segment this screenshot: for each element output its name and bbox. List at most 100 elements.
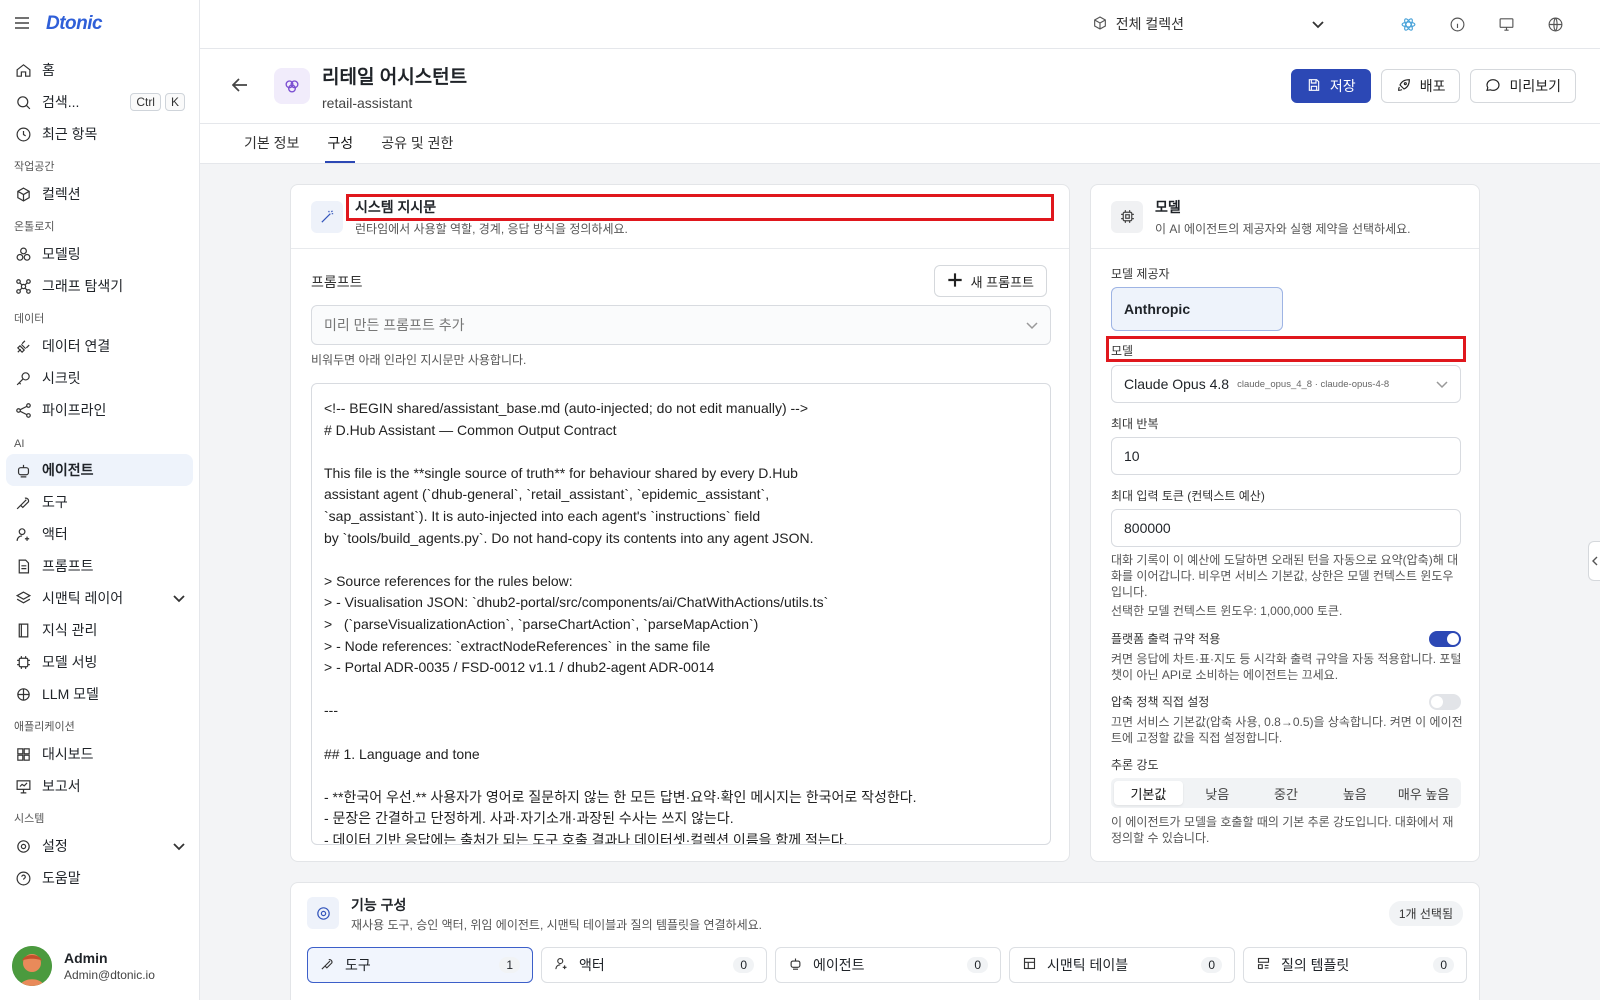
feature-tab-count: 0 <box>1433 957 1454 973</box>
tab-configuration[interactable]: 구성 <box>325 124 356 163</box>
sidebar-item-label: 데이터 연결 <box>42 338 111 354</box>
save-button[interactable]: 저장 <box>1290 69 1371 103</box>
feature-tab-query-templates[interactable]: 질의 템플릿 0 <box>1243 947 1467 983</box>
feature-tab-label: 질의 템플릿 <box>1281 957 1350 973</box>
sidebar-item-secrets[interactable]: 시크릿 <box>6 362 193 394</box>
plug-icon <box>14 337 32 355</box>
provider-option-anthropic[interactable]: Anthropic <box>1111 287 1283 331</box>
sidebar-item-label: 지식 관리 <box>42 622 98 638</box>
feature-tab-semantic-tables[interactable]: 시맨틱 테이블 0 <box>1009 947 1235 983</box>
reasoning-option-very-high[interactable]: 매우 높음 <box>1389 781 1458 805</box>
chevron-down-icon[interactable] <box>173 838 185 854</box>
sidebar-item-knowledge[interactable]: 지식 관리 <box>6 614 193 646</box>
sidebar-item-label: 도움말 <box>42 870 81 886</box>
preview-button[interactable]: 미리보기 <box>1470 69 1576 103</box>
tab-basic-info[interactable]: 기본 정보 <box>244 124 299 163</box>
toggle-knob <box>1447 633 1459 645</box>
pipeline-icon <box>14 401 32 419</box>
max-iterations-input[interactable]: 10 <box>1111 437 1461 475</box>
sidebar-item-collections[interactable]: 컬렉션 <box>6 178 193 210</box>
sidebar-item-semantic-layer[interactable]: 시맨틱 레이어 <box>6 582 193 614</box>
feature-tab-agents[interactable]: 에이전트 0 <box>775 947 1001 983</box>
info-icon[interactable] <box>1448 15 1466 33</box>
toggle-knob <box>1431 696 1443 708</box>
section-ai: AI <box>14 438 25 450</box>
preset-prompt-select[interactable]: 미리 만든 프롬프트 추가 <box>311 305 1051 345</box>
compression-help: 끄면 서비스 기본값(압축 사용, 0.8→0.5)을 상속합니다. 켜면 이 … <box>1111 715 1463 745</box>
sidebar-item-label: 에이전트 <box>42 462 94 478</box>
side-panel-handle[interactable] <box>1588 541 1600 581</box>
monitor-icon[interactable] <box>1497 15 1515 33</box>
preview-label: 미리보기 <box>1509 78 1561 94</box>
feature-tab-count: 0 <box>1201 957 1222 973</box>
react-icon[interactable] <box>1399 15 1417 33</box>
menu-icon[interactable] <box>14 16 30 33</box>
sidebar-item-label: 최근 항목 <box>42 126 98 142</box>
feature-tab-actors[interactable]: 액터 0 <box>541 947 767 983</box>
output-contract-help: 켜면 응답에 차트·표·지도 등 시각화 출력 규약을 자동 적용합니다. 포털… <box>1111 652 1462 682</box>
globe-icon[interactable] <box>1546 15 1564 33</box>
book-icon <box>14 621 32 639</box>
sidebar-item-search[interactable]: 검색... Ctrl K <box>6 86 193 118</box>
content-area: 시스템 지시문 런타임에서 사용할 역할, 경계, 응답 방식을 정의하세요. … <box>200 164 1600 1000</box>
topbar: 전체 컬렉션 <box>200 0 1600 48</box>
system-prompt-textarea[interactable]: <!-- BEGIN shared/assistant_base.md (aut… <box>311 383 1051 845</box>
sidebar-item-recent[interactable]: 최근 항목 <box>6 118 193 150</box>
reasoning-option-medium[interactable]: 중간 <box>1252 781 1321 805</box>
sidebar-item-data-connections[interactable]: 데이터 연결 <box>6 330 193 362</box>
cube-icon <box>1092 15 1108 34</box>
reasoning-option-default[interactable]: 기본값 <box>1114 781 1183 805</box>
chevron-down-icon <box>1026 317 1038 333</box>
model-card-header: 모델 이 AI 에이전트의 제공자와 실행 제약을 선택하세요. <box>1091 185 1479 249</box>
tab-sharing[interactable]: 공유 및 권한 <box>381 124 453 163</box>
sidebar-item-graph-explorer[interactable]: 그래프 탐색기 <box>6 270 193 302</box>
user-profile[interactable]: Admin Admin@dtonic.io <box>12 946 155 986</box>
back-arrow-icon[interactable] <box>231 77 252 95</box>
chevron-down-icon <box>1312 16 1324 32</box>
search-shortcut: Ctrl K <box>130 93 185 111</box>
sidebar-item-reports[interactable]: 보고서 <box>6 770 193 802</box>
save-label: 저장 <box>1329 78 1356 94</box>
feature-tab-tools[interactable]: 도구 1 <box>307 947 533 983</box>
sidebar-item-label: 검색... <box>42 94 80 110</box>
new-prompt-button[interactable]: 새 프롬프트 <box>933 265 1047 297</box>
sidebar-nav: 홈 검색... Ctrl K 최근 항목 작업공간 컬렉션 온톨로지 모델링 그… <box>0 48 199 894</box>
output-contract-toggle[interactable] <box>1429 631 1461 647</box>
save-icon <box>1306 77 1322 96</box>
model-select[interactable]: Claude Opus 4.8 claude_opus_4_8 · claude… <box>1111 365 1461 403</box>
sidebar-item-actors[interactable]: 액터 <box>6 518 193 550</box>
feature-tab-count: 1 <box>499 957 520 973</box>
sidebar-item-settings[interactable]: 설정 <box>6 830 193 862</box>
plus-icon <box>947 272 963 291</box>
feature-tab-label: 시맨틱 테이블 <box>1047 957 1129 973</box>
sidebar-item-label: 액터 <box>42 526 68 542</box>
sidebar-item-agents[interactable]: 에이전트 <box>6 454 193 486</box>
document-icon <box>14 557 32 575</box>
collection-selector[interactable]: 전체 컬렉션 <box>1092 14 1324 34</box>
sidebar-item-tools[interactable]: 도구 <box>6 486 193 518</box>
reasoning-option-low[interactable]: 낮음 <box>1183 781 1252 805</box>
feature-tab-label: 에이전트 <box>813 957 865 973</box>
sidebar-item-pipelines[interactable]: 파이프라인 <box>6 394 193 426</box>
compression-toggle[interactable] <box>1429 694 1461 710</box>
magic-wand-icon <box>311 200 343 233</box>
wrench-icon <box>14 493 32 511</box>
features-card: 기능 구성 재사용 도구, 승인 액터, 위임 에이전트, 시맨틱 테이블과 질… <box>290 882 1480 1000</box>
sidebar-item-model-serving[interactable]: 모델 서빙 <box>6 646 193 678</box>
home-icon <box>14 61 32 79</box>
user-gear-icon <box>554 956 569 974</box>
logo[interactable]: Dtonic <box>46 13 103 35</box>
deploy-button[interactable]: 배포 <box>1380 69 1461 103</box>
reasoning-option-high[interactable]: 높음 <box>1320 781 1389 805</box>
sidebar-item-label: 도구 <box>42 494 68 510</box>
sidebar-item-modeling[interactable]: 모델링 <box>6 238 193 270</box>
sidebar-item-prompts[interactable]: 프롬프트 <box>6 550 193 582</box>
sidebar-item-llm-models[interactable]: LLM 모델 <box>6 678 193 710</box>
max-tokens-input[interactable]: 800000 <box>1111 509 1461 547</box>
sidebar-item-dashboards[interactable]: 대시보드 <box>6 738 193 770</box>
reasoning-segmented-control: 기본값 낮음 중간 높음 매우 높음 <box>1111 778 1461 808</box>
sidebar-item-help[interactable]: 도움말 <box>6 862 193 894</box>
chevron-down-icon[interactable] <box>173 590 185 606</box>
model-card-subtitle: 이 AI 에이전트의 제공자와 실행 제약을 선택하세요. <box>1155 221 1411 236</box>
sidebar-item-home[interactable]: 홈 <box>6 54 193 86</box>
